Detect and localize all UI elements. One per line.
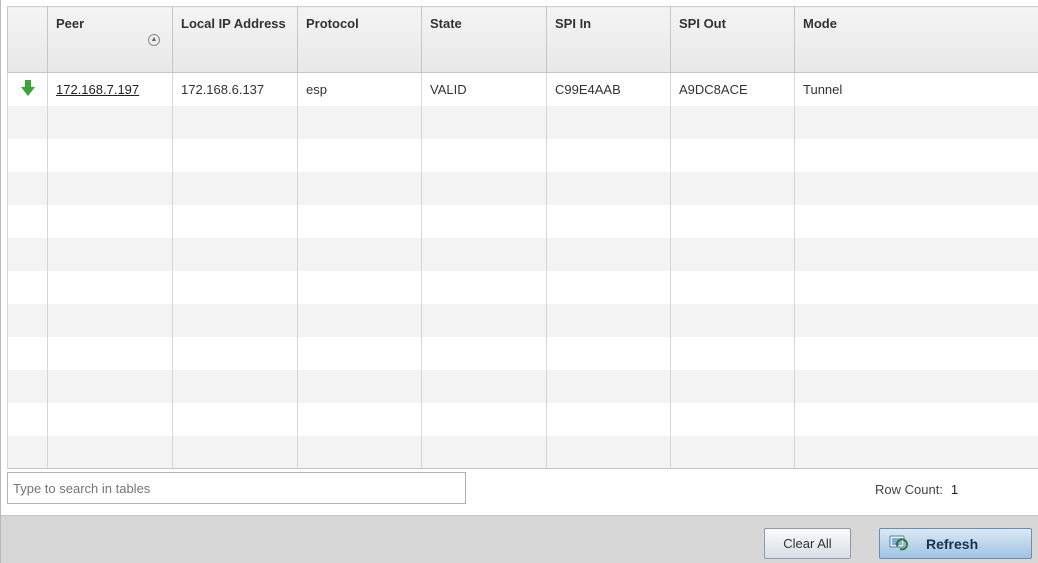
peer-cell[interactable]: 172.168.7.197: [47, 72, 173, 106]
empty-row: [7, 369, 1038, 403]
spi-out-cell: A9DC8ACE: [670, 72, 795, 106]
green-arrow-down-icon: [20, 79, 35, 96]
empty-row: [7, 402, 1038, 436]
sort-ascending-icon[interactable]: ▲: [148, 34, 160, 46]
refresh-button[interactable]: Refresh: [879, 528, 1032, 559]
header-mode[interactable]: Mode: [794, 6, 1038, 73]
clear-all-button[interactable]: Clear All: [764, 528, 851, 559]
ipsec-sa-table: Peer ▲ Local IP Address Protocol State SP…: [7, 6, 1038, 469]
mode-cell: Tunnel: [794, 72, 1038, 106]
row-status-cell: [7, 72, 48, 106]
table-row[interactable]: 172.168.7.197 172.168.6.137 esp VALID C9…: [7, 72, 1038, 106]
header-protocol[interactable]: Protocol: [297, 6, 422, 73]
header-spi-in[interactable]: SPI In: [546, 6, 671, 73]
spi-in-cell: C99E4AAB: [546, 72, 671, 106]
empty-row: [7, 237, 1038, 271]
empty-row: [7, 270, 1038, 304]
header-state[interactable]: State: [421, 6, 547, 73]
refresh-icon: [889, 535, 908, 551]
empty-row: [7, 105, 1038, 139]
empty-row: [7, 435, 1038, 469]
header-spi-out[interactable]: SPI Out: [670, 6, 795, 73]
protocol-cell: esp: [297, 72, 422, 106]
empty-row: [7, 138, 1038, 172]
state-cell: VALID: [421, 72, 547, 106]
header-peer[interactable]: Peer ▲: [47, 6, 173, 73]
header-status: [7, 6, 48, 73]
row-count: Row Count: 1: [875, 482, 958, 497]
row-count-label: Row Count:: [875, 482, 943, 497]
header-peer-label: Peer: [56, 16, 85, 31]
header-local-ip[interactable]: Local IP Address: [172, 6, 298, 73]
empty-row: [7, 303, 1038, 337]
table-header-row: Peer ▲ Local IP Address Protocol State SP…: [7, 6, 1038, 73]
refresh-label: Refresh: [926, 535, 979, 552]
row-count-value: 1: [950, 482, 959, 497]
local-ip-cell: 172.168.6.137: [172, 72, 298, 106]
empty-row: [7, 204, 1038, 238]
peer-link[interactable]: 172.168.7.197: [56, 82, 139, 97]
empty-row: [7, 171, 1038, 205]
empty-row: [7, 336, 1038, 370]
footer-bar: Clear All Refresh: [1, 515, 1038, 563]
ipsec-sa-panel: Peer ▲ Local IP Address Protocol State SP…: [0, 0, 1038, 563]
table-search-input[interactable]: [7, 472, 466, 504]
